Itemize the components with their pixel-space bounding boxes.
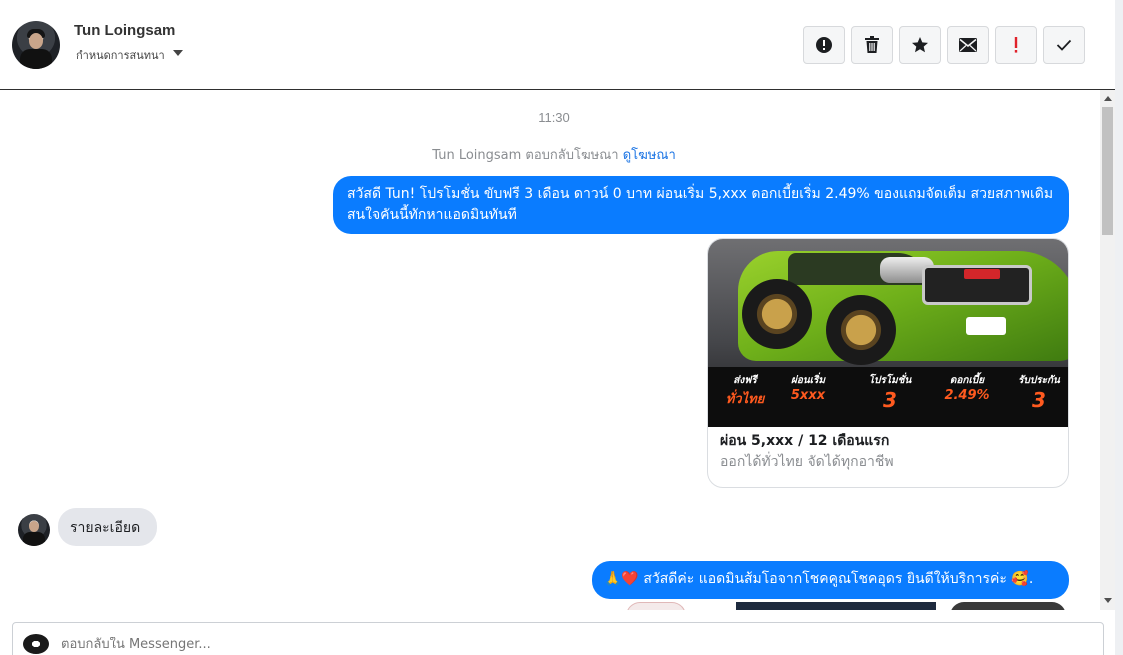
delete-button[interactable] [851, 26, 893, 64]
exclamation-icon [1014, 37, 1018, 53]
scroll-up-icon[interactable] [1104, 96, 1112, 101]
message-list[interactable]: 11:30 Tun Loingsam ตอบกลับโฆษณา ดูโฆษณา … [0, 90, 1115, 610]
spam-button[interactable] [803, 26, 845, 64]
avatar[interactable] [12, 21, 60, 69]
brand-logo [964, 269, 1000, 279]
mark-unread-button[interactable] [947, 26, 989, 64]
view-ad-link[interactable]: ดูโฆษณา [623, 148, 676, 163]
media-preview[interactable] [620, 602, 1068, 610]
mark-done-button[interactable] [1043, 26, 1085, 64]
scrollbar[interactable] [1100, 90, 1115, 610]
ad-card-title: ผ่อน 5,xxx / 12 เดือนแรก [720, 433, 890, 449]
promo-item: ส่งฟรี ทั่วไทย [725, 375, 765, 407]
caret-down-icon[interactable] [173, 50, 183, 56]
trash-icon [865, 36, 879, 53]
alert-circle-icon [816, 37, 832, 53]
page-avatar [23, 634, 49, 654]
outgoing-message: สวัสดี Tun! โปรโมชั่น ขับฟรี 3 เดือน ดาว… [333, 176, 1069, 234]
assign-conversation-dropdown[interactable]: กำหนดการสนทนา [76, 46, 165, 64]
follow-up-button[interactable] [995, 26, 1037, 64]
star-button[interactable] [899, 26, 941, 64]
promo-item: ดอกเบี้ย 2.49% [944, 375, 990, 403]
window-edge [1115, 0, 1123, 655]
ad-card-subtitle: ออกได้ทั่วไทย จัดได้ทุกอาชีพ [720, 454, 894, 470]
promo-item: โปรโมชั่น 3 [868, 375, 912, 412]
promo-strip: ส่งฟรี ทั่วไทย ผ่อนเริ่ม 5xxx โปรโมชั่น … [708, 367, 1068, 427]
promo-item: ผ่อนเริ่ม 5xxx [790, 375, 826, 403]
star-icon [912, 37, 928, 53]
promo-item: รับประกัน 3 [1018, 375, 1060, 412]
contact-name[interactable]: Tun Loingsam [74, 22, 175, 39]
ad-reply-text: Tun Loingsam ตอบกลับโฆษณา [432, 148, 619, 163]
avatar[interactable] [18, 514, 50, 546]
messenger-inbox-thread: Tun Loingsam กำหนดการสนทนา 11:30 Tun Loi… [0, 0, 1123, 655]
reply-input[interactable] [61, 637, 661, 652]
outgoing-message: 🙏❤️ สวัสดีค่ะ แอดมินส้มโอจากโชคคูณโชคอุด… [592, 561, 1069, 599]
message-timestamp: 11:30 [538, 110, 570, 125]
ad-image: ส่งฟรี ทั่วไทย ผ่อนเริ่ม 5xxx โปรโมชั่น … [708, 239, 1068, 427]
checkmark-icon [1056, 39, 1072, 51]
reply-composer[interactable] [12, 622, 1104, 655]
ad-card[interactable]: ส่งฟรี ทั่วไทย ผ่อนเริ่ม 5xxx โปรโมชั่น … [707, 238, 1069, 488]
envelope-icon [959, 38, 977, 52]
incoming-message: รายละเอียด [58, 508, 157, 546]
scrollbar-thumb[interactable] [1102, 107, 1113, 235]
thread-header: Tun Loingsam กำหนดการสนทนา [0, 0, 1115, 90]
scroll-down-icon[interactable] [1104, 598, 1112, 603]
ad-reply-note: Tun Loingsam ตอบกลับโฆษณา ดูโฆษณา [0, 144, 1108, 165]
